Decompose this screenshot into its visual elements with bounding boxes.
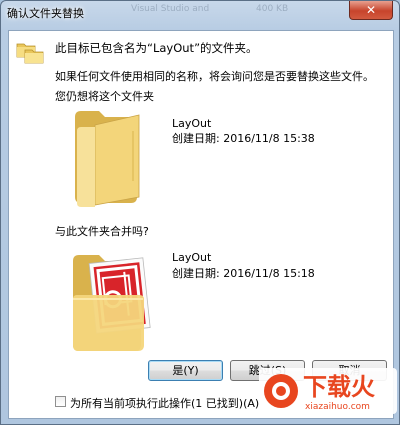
- apply-all-label[interactable]: 为所有当前项执行此操作(1 已找到)(A): [70, 395, 259, 411]
- source-folder-date: 创建日期: 2016/11/8 15:38: [172, 132, 315, 145]
- watermark-brand: 下载火: [303, 373, 375, 401]
- replace-question: 您仍想将这个文件夹: [55, 90, 154, 103]
- close-icon: ✕: [365, 3, 377, 17]
- title-bar[interactable]: 确认文件夹替换 Visual Studio and 400 KB ✕: [1, 1, 399, 31]
- apply-all-checkbox[interactable]: [55, 396, 66, 407]
- dialog-heading: 此目标已包含名为“LayOut”的文件夹。: [55, 41, 258, 55]
- yes-button[interactable]: 是(Y): [148, 360, 223, 381]
- dialog-window: 确认文件夹替换 Visual Studio and 400 KB ✕ 此目标已包…: [0, 0, 400, 425]
- folder-conflict-icon: [16, 43, 44, 64]
- background-ghost-size: 400 KB: [256, 4, 289, 14]
- watermark-url: xiazaihuo.com: [305, 402, 370, 412]
- background-ghost-text: Visual Studio and: [131, 4, 210, 14]
- dialog-body: 此目标已包含名为“LayOut”的文件夹。 如果任何文件使用相同的名称，将会询问…: [8, 30, 394, 419]
- target-folder-date: 创建日期: 2016/11/8 15:18: [172, 267, 315, 280]
- target-folder-name: LayOut: [172, 251, 212, 264]
- xiazaihuo-watermark-logo: 下载火 xiazaihuo.com: [259, 368, 397, 414]
- source-folder-name: LayOut: [172, 117, 212, 130]
- close-button[interactable]: ✕: [349, 1, 393, 20]
- window-title: 确认文件夹替换: [7, 7, 84, 20]
- merge-question: 与此文件夹合并吗?: [55, 225, 149, 238]
- target-folder-icon[interactable]: [69, 247, 155, 357]
- source-folder-icon[interactable]: [71, 107, 149, 207]
- dialog-info-text: 如果任何文件使用相同的名称，将会询问您是否要替换这些文件。: [55, 70, 374, 83]
